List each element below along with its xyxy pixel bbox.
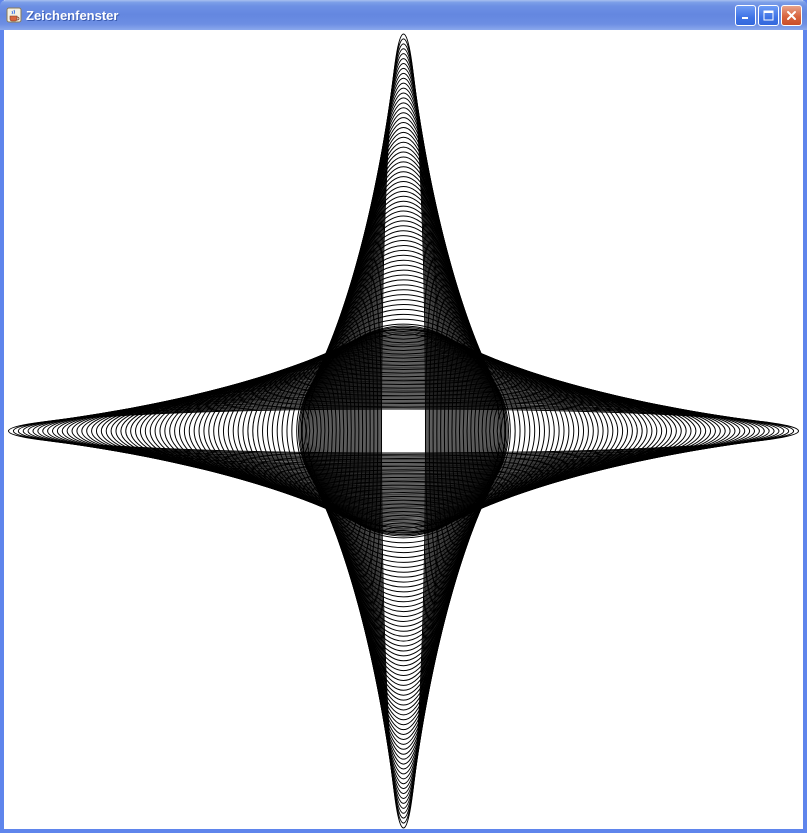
horizontal-ellipse — [17, 405, 790, 457]
maximize-icon — [763, 10, 774, 21]
java-cup-icon — [6, 7, 22, 23]
minimize-button[interactable] — [735, 5, 756, 26]
horizontal-ellipse — [8, 408, 799, 454]
close-button[interactable] — [781, 5, 802, 26]
window-title: Zeichenfenster — [26, 7, 119, 23]
title-bar[interactable]: Zeichenfenster — [0, 0, 807, 30]
horizontal-ellipse — [32, 401, 775, 461]
vertical-ellipse — [381, 33, 426, 829]
maximize-button[interactable] — [758, 5, 779, 26]
minimize-icon — [742, 17, 748, 19]
vertical-ellipse — [378, 43, 429, 819]
ellipse-pattern — [8, 33, 799, 829]
drawing-canvas[interactable] — [4, 30, 803, 829]
vertical-ellipse — [374, 58, 433, 804]
close-icon — [787, 11, 796, 20]
app-window: Zeichenfenster — [0, 0, 807, 833]
window-controls — [735, 5, 802, 26]
